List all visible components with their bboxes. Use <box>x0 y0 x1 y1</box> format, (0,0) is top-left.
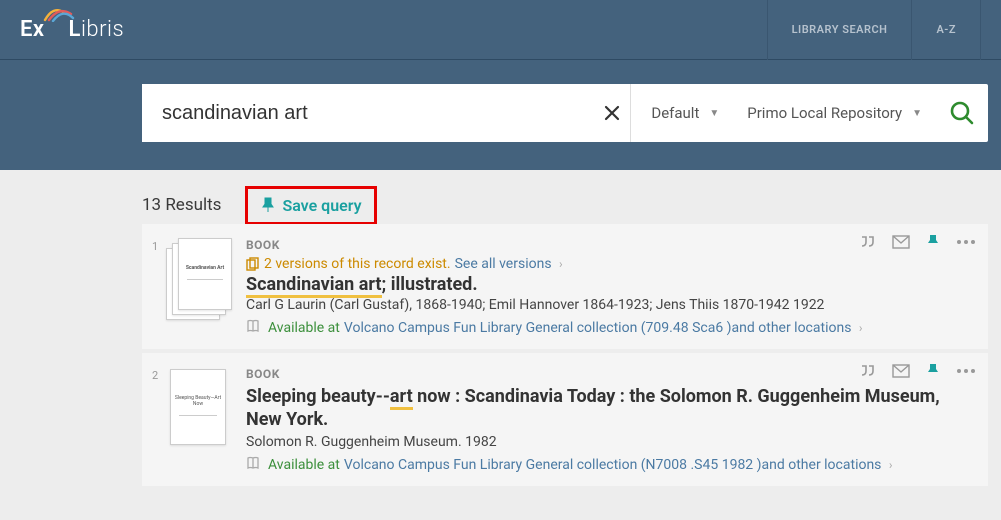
title-highlight: art <box>390 386 413 410</box>
result-actions <box>860 234 976 250</box>
nav-a-z[interactable]: A-Z <box>912 0 981 60</box>
mail-icon <box>892 364 910 378</box>
chevron-right-icon: › <box>889 458 893 472</box>
results-header: 13 Results Save query <box>142 170 988 224</box>
result-index: 1 <box>152 238 166 337</box>
title-highlight: Scandinavian art <box>246 274 382 298</box>
scope-default-select[interactable]: Default ▼ <box>637 84 733 142</box>
caret-down-icon: ▼ <box>912 108 922 119</box>
results-count: 13 Results <box>142 195 221 215</box>
search-button[interactable] <box>936 84 988 142</box>
result-item: 2 Sleeping Beauty—Art Now BOOK Sleeping … <box>142 353 988 486</box>
nav-library-search[interactable]: LIBRARY SEARCH <box>767 0 913 60</box>
search-bar: Default ▼ Primo Local Repository ▼ <box>142 84 988 142</box>
search-icon <box>949 100 975 126</box>
versions-line: 2 versions of this record exist. See all… <box>246 256 974 272</box>
chevron-right-icon: › <box>859 321 863 335</box>
cite-button[interactable] <box>860 364 876 378</box>
book-icon <box>246 319 260 337</box>
available-label: Available at <box>268 457 340 473</box>
logo-suffix: ibris <box>81 17 124 42</box>
cite-button[interactable] <box>860 235 876 249</box>
clear-search-button[interactable] <box>593 84 631 142</box>
book-icon <box>246 456 260 474</box>
search-region: Default ▼ Primo Local Repository ▼ <box>0 60 1001 170</box>
location-link[interactable]: Volcano Campus Fun Library General colle… <box>344 457 893 473</box>
result-authors: Solomon R. Guggenheim Museum. 1982 <box>246 434 974 450</box>
pin-icon <box>926 363 940 379</box>
availability-line: Available at Volcano Campus Fun Library … <box>246 456 974 474</box>
pin-button[interactable] <box>926 234 940 250</box>
chevron-right-icon: › <box>559 257 563 271</box>
email-button[interactable] <box>892 235 910 249</box>
logo-arc-icon <box>43 3 75 15</box>
result-thumbnail[interactable]: Scandinavian Art <box>166 238 232 324</box>
copies-icon <box>246 257 260 271</box>
mail-icon <box>892 235 910 249</box>
availability-line: Available at Volcano Campus Fun Library … <box>246 319 974 337</box>
logo: Ex L ibris <box>20 17 124 42</box>
result-authors: Carl G Laurin (Carl Gustaf), 1868-1940; … <box>246 297 974 313</box>
result-thumbnail[interactable]: Sleeping Beauty—Art Now <box>166 367 232 453</box>
pin-icon <box>260 197 276 213</box>
scope-default-label: Default <box>651 104 699 122</box>
quote-icon <box>860 235 876 249</box>
title-pre: Sleeping beauty-- <box>246 386 390 407</box>
location-link[interactable]: Volcano Campus Fun Library General colle… <box>344 320 863 336</box>
ellipsis-icon <box>956 239 976 245</box>
more-button[interactable] <box>956 368 976 374</box>
app-header: Ex L ibris LIBRARY SEARCH A-Z <box>0 0 1001 60</box>
save-query-button[interactable]: Save query <box>245 186 376 225</box>
available-label: Available at <box>268 320 340 336</box>
quote-icon <box>860 364 876 378</box>
see-all-versions-link[interactable]: See all versions › <box>455 256 563 272</box>
close-icon <box>604 105 620 121</box>
search-input[interactable] <box>142 84 593 142</box>
result-index: 2 <box>152 367 166 474</box>
pin-button[interactable] <box>926 363 940 379</box>
result-actions <box>860 363 976 379</box>
scope-repository-label: Primo Local Repository <box>747 104 902 122</box>
save-query-label: Save query <box>282 196 361 215</box>
scope-repository-select[interactable]: Primo Local Repository ▼ <box>733 84 936 142</box>
logo-prefix: Ex <box>20 17 45 42</box>
versions-text: 2 versions of this record exist. <box>264 256 451 272</box>
result-item: 1 Scandinavian Art BOOK 2 versions of th… <box>142 224 988 349</box>
result-title[interactable]: Sleeping beauty--art now : Scandinavia T… <box>246 385 974 432</box>
title-rest: ; illustrated. <box>382 274 478 295</box>
result-body: BOOK 2 versions of this record exist. Se… <box>246 238 974 337</box>
pin-icon <box>926 234 940 250</box>
caret-down-icon: ▼ <box>709 108 719 119</box>
email-button[interactable] <box>892 364 910 378</box>
more-button[interactable] <box>956 239 976 245</box>
ellipsis-icon <box>956 368 976 374</box>
result-title[interactable]: Scandinavian art; illustrated. <box>246 274 974 295</box>
nav-links: LIBRARY SEARCH A-Z <box>767 0 981 60</box>
result-body: BOOK Sleeping beauty--art now : Scandina… <box>246 367 974 474</box>
